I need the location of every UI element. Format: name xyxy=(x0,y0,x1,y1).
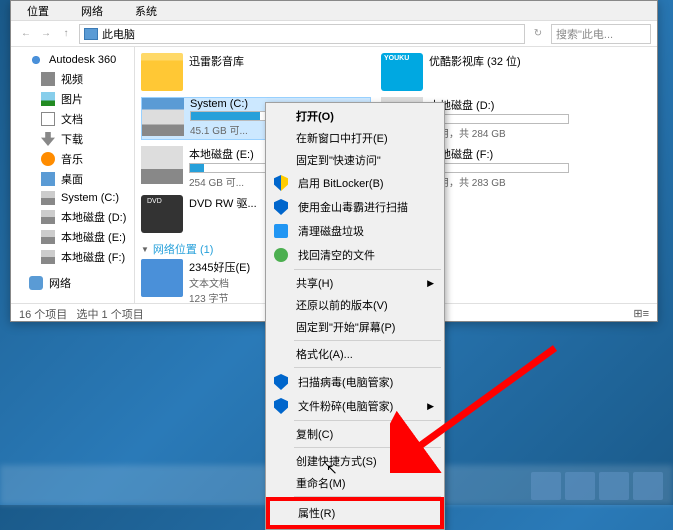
context-menu: 打开(O) 在新窗口中打开(E) 固定到"快速访问" 启用 BitLocker(… xyxy=(265,102,445,530)
drive-icon xyxy=(41,230,55,244)
address-input[interactable]: 此电脑 xyxy=(79,24,525,44)
desktop-icon xyxy=(41,172,55,186)
up-button[interactable]: ↑ xyxy=(57,25,75,43)
sidebar-diskd[interactable]: 本地磁盘 (D:) xyxy=(11,207,134,227)
ctx-find-empty[interactable]: 找回清空的文件 xyxy=(268,243,442,267)
ctx-jinshan-scan[interactable]: 使用金山毒霸进行扫描 xyxy=(268,195,442,219)
tab-location[interactable]: 位置 xyxy=(11,1,65,20)
picture-icon xyxy=(41,92,55,106)
sidebar-docs[interactable]: 文档 xyxy=(11,109,134,129)
ctx-open[interactable]: 打开(O) xyxy=(268,105,442,127)
ctx-share[interactable]: 共享(H)▶ xyxy=(268,272,442,294)
separator xyxy=(294,447,441,448)
cloud-icon xyxy=(29,53,43,67)
sidebar-autodesk[interactable]: Autodesk 360 xyxy=(11,51,134,69)
tab-system[interactable]: 系统 xyxy=(119,1,173,20)
taskbar-items xyxy=(531,472,663,500)
drive-icon xyxy=(41,191,55,205)
search-input[interactable]: 搜索"此电... xyxy=(551,24,651,44)
shield-icon xyxy=(272,373,290,391)
separator xyxy=(294,269,441,270)
sidebar-network[interactable]: 网络 xyxy=(11,273,134,293)
ctx-clean-disk[interactable]: 清理磁盘垃圾 xyxy=(268,219,442,243)
sidebar-diskf[interactable]: 本地磁盘 (F:) xyxy=(11,247,134,267)
clean-icon xyxy=(272,222,290,240)
address-text: 此电脑 xyxy=(102,26,135,42)
usage-bar xyxy=(429,114,569,124)
shield-icon xyxy=(272,198,290,216)
tab-network[interactable]: 网络 xyxy=(65,1,119,20)
selection-count: 选中 1 个项目 xyxy=(76,309,143,321)
taskbar-app[interactable] xyxy=(565,472,595,500)
item-youku[interactable]: 优酷影视库 (32 位) xyxy=(381,53,611,91)
archive-icon xyxy=(141,259,183,297)
document-icon xyxy=(41,112,55,126)
taskbar-app[interactable] xyxy=(633,472,663,500)
shred-icon xyxy=(272,397,290,415)
ctx-pin-quick[interactable]: 固定到"快速访问" xyxy=(268,149,442,171)
restore-icon xyxy=(272,246,290,264)
drive-icon xyxy=(41,250,55,264)
nav-sidebar: Autodesk 360 视频 图片 文档 下载 音乐 桌面 System (C… xyxy=(11,47,135,303)
back-button[interactable]: ← xyxy=(17,25,35,43)
drive-icon xyxy=(141,146,183,184)
network-icon xyxy=(29,276,43,290)
item-count: 16 个项目 xyxy=(19,309,67,321)
ctx-new-window[interactable]: 在新窗口中打开(E) xyxy=(268,127,442,149)
sidebar-pics[interactable]: 图片 xyxy=(11,89,134,109)
sidebar-desktop[interactable]: 桌面 xyxy=(11,169,134,189)
sidebar-diske[interactable]: 本地磁盘 (E:) xyxy=(11,227,134,247)
system-drive-icon xyxy=(142,98,184,136)
youku-icon xyxy=(381,53,423,91)
ctx-file-shred[interactable]: 文件粉碎(电脑管家)▶ xyxy=(268,394,442,418)
taskbar-app[interactable] xyxy=(599,472,629,500)
view-toggle[interactable]: ⊞≡ xyxy=(633,307,649,320)
ctx-scan-virus[interactable]: 扫描病毒(电脑管家) xyxy=(268,370,442,394)
ctx-rename[interactable]: 重命名(M) xyxy=(268,472,442,494)
ctx-copy[interactable]: 复制(C) xyxy=(268,423,442,445)
sidebar-dl[interactable]: 下载 xyxy=(11,129,134,149)
pc-icon xyxy=(84,28,98,40)
usage-bar xyxy=(429,163,569,173)
folder-icon xyxy=(141,53,183,91)
music-icon xyxy=(41,152,55,166)
ribbon-tabs: 位置 网络 系统 xyxy=(11,1,657,21)
sidebar-video[interactable]: 视频 xyxy=(11,69,134,89)
download-icon xyxy=(41,132,55,146)
taskbar-app[interactable] xyxy=(531,472,561,500)
separator xyxy=(294,367,441,368)
submenu-arrow-icon: ▶ xyxy=(427,278,434,289)
address-bar: ← → ↑ 此电脑 ↻ 搜索"此电... xyxy=(11,21,657,47)
ctx-bitlocker[interactable]: 启用 BitLocker(B) xyxy=(268,171,442,195)
video-icon xyxy=(41,72,55,86)
ctx-restore-version[interactable]: 还原以前的版本(V) xyxy=(268,294,442,316)
submenu-arrow-icon: ▶ xyxy=(427,401,434,412)
sidebar-sysc[interactable]: System (C:) xyxy=(11,189,134,207)
fwd-button[interactable]: → xyxy=(37,25,55,43)
drive-icon xyxy=(41,210,55,224)
ctx-shortcut[interactable]: 创建快捷方式(S) xyxy=(268,450,442,472)
separator xyxy=(294,340,441,341)
ctx-properties[interactable]: 属性(R) xyxy=(266,497,444,529)
separator xyxy=(294,420,441,421)
ctx-pin-start[interactable]: 固定到"开始"屏幕(P) xyxy=(268,316,442,338)
ctx-format[interactable]: 格式化(A)... xyxy=(268,343,442,365)
shield-icon xyxy=(272,174,290,192)
refresh-button[interactable]: ↻ xyxy=(529,25,547,43)
dvd-icon xyxy=(141,195,183,233)
item-xunlei[interactable]: 迅雷影音库 xyxy=(141,53,371,91)
cursor-icon: ↖ xyxy=(326,461,338,478)
sidebar-music[interactable]: 音乐 xyxy=(11,149,134,169)
